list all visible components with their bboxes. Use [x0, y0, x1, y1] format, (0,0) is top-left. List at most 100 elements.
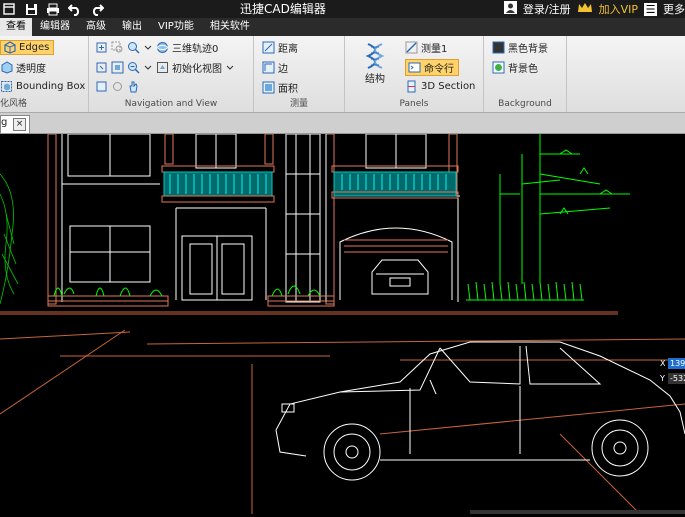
coord-x-value: 1394: [668, 358, 685, 369]
tab-output[interactable]: 输出: [114, 18, 150, 36]
init-view-label[interactable]: 初始化视图: [172, 60, 222, 75]
shrubs: [53, 285, 321, 297]
pan-icon[interactable]: [95, 41, 108, 54]
black-background-button[interactable]: 黑色背景: [492, 40, 548, 55]
user-icon[interactable]: [503, 1, 517, 17]
chevron-down-icon-3[interactable]: [225, 63, 235, 73]
bounding-box-button[interactable]: Bounding Box: [0, 80, 85, 93]
3d-section-icon: [405, 80, 418, 93]
document-tab-label: g: [1, 117, 8, 128]
edge-button[interactable]: 边: [262, 60, 288, 75]
background-caption: Background: [498, 99, 552, 109]
more-link[interactable]: 更多: [663, 1, 685, 17]
area-button[interactable]: 面积: [262, 80, 298, 95]
background-color-button[interactable]: 背景色: [492, 60, 538, 75]
black-background-icon: [492, 41, 505, 54]
zoom-extents-icon[interactable]: [111, 61, 124, 74]
undo-icon[interactable]: [68, 2, 82, 16]
tab-vip[interactable]: VIP功能: [150, 18, 202, 36]
transparency-button[interactable]: 透明度: [0, 60, 46, 75]
edges-label: Edges: [19, 42, 50, 53]
login-register-link[interactable]: 登录/注册: [523, 1, 571, 17]
visual-style-group: Edges 透明度 Bounding Box 化风格: [0, 36, 89, 112]
measure-caption: 测量: [289, 99, 308, 109]
ground-lines: [0, 311, 685, 515]
area-icon: [262, 81, 275, 94]
bounding-box-label: Bounding Box: [16, 81, 86, 92]
close-tab-button[interactable]: ×: [13, 118, 26, 131]
tab-related-software[interactable]: 相关软件: [202, 18, 258, 36]
foreground-car: [275, 341, 685, 481]
distance-label: 距离: [278, 44, 298, 55]
garage-car: [371, 259, 429, 295]
right-tree: [466, 134, 630, 301]
background-group: 黑色背景 背景色 Background: [484, 36, 567, 112]
nav-tools-row-1: 三维轨迹0: [95, 40, 218, 55]
area-label: 面积: [278, 84, 298, 95]
document-tab[interactable]: g ×: [0, 115, 30, 133]
nav-tools-row-3: [95, 80, 140, 93]
edges-button[interactable]: Edges: [0, 40, 55, 55]
zoom-icon[interactable]: [127, 41, 140, 54]
house-outline: [61, 133, 460, 303]
transparency-icon: [0, 61, 13, 74]
tab-view[interactable]: 查看: [0, 18, 32, 36]
measure1-label: 测量1: [421, 44, 448, 55]
hand-icon[interactable]: [127, 80, 140, 93]
edge-icon: [262, 61, 275, 74]
tab-editor[interactable]: 编辑器: [32, 18, 78, 36]
visual-style-caption: 化风格: [0, 99, 28, 109]
quick-access-toolbar: [0, 2, 104, 16]
navigation-view-caption: Navigation and View: [124, 99, 218, 109]
ribbon: Edges 透明度 Bounding Box 化风格 三维轨迹0 初始化视图 N…: [0, 36, 685, 113]
edges-icon: [3, 41, 16, 54]
account-area: 登录/注册 加入VIP ☰ 更多: [503, 0, 685, 18]
chevron-down-icon-2[interactable]: [143, 63, 153, 73]
orbit-icon[interactable]: [111, 80, 124, 93]
drawing-canvas[interactable]: X 1394 Y -532: [0, 133, 685, 515]
zoom-window-icon[interactable]: [111, 41, 124, 54]
structure-icon: [355, 42, 395, 70]
structure-label: 结构: [365, 74, 385, 85]
3d-section-button[interactable]: 3D Section: [405, 80, 475, 93]
coord-y-label: Y: [660, 374, 665, 383]
measure1-icon: [405, 41, 418, 54]
garage-stripes: [344, 239, 448, 253]
tab-advanced[interactable]: 高级: [78, 18, 114, 36]
measure-group: 距离 边 面积 测量: [254, 36, 345, 112]
navigation-view-group: 三维轨迹0 初始化视图 Navigation and View: [89, 36, 254, 112]
coord-x-label: X: [660, 359, 666, 368]
command-line-icon: [408, 61, 421, 74]
orbit-3d-icon: [156, 41, 169, 54]
window-title: 迅捷CAD编辑器: [240, 2, 326, 16]
left-tree: [0, 173, 19, 305]
more-icon[interactable]: ☰: [644, 2, 657, 16]
black-background-label: 黑色背景: [508, 44, 548, 55]
print-icon[interactable]: [46, 2, 60, 16]
join-vip-link[interactable]: 加入VIP: [599, 1, 638, 17]
fit-icon[interactable]: [95, 80, 108, 93]
bounding-box-icon: [0, 80, 13, 93]
chevron-down-icon[interactable]: [143, 43, 153, 53]
orbit-3d-label[interactable]: 三维轨迹0: [172, 40, 218, 55]
background-color-label: 背景色: [508, 64, 538, 75]
crown-icon: [577, 2, 593, 17]
panels-caption: Panels: [399, 99, 429, 109]
transparency-label: 透明度: [16, 64, 46, 75]
cad-drawing: [0, 133, 685, 515]
measure1-button[interactable]: 测量1: [405, 40, 447, 55]
init-view-icon: [156, 61, 169, 74]
zoom-out-icon[interactable]: [127, 61, 140, 74]
background-color-icon: [492, 61, 505, 74]
panels-group: 结构 测量1 命令行 3D Section Panels: [345, 36, 484, 112]
edge-label: 边: [278, 64, 288, 75]
rotate-icon[interactable]: [95, 61, 108, 74]
command-line-button[interactable]: 命令行: [405, 59, 459, 76]
coord-y-value: -532: [668, 373, 685, 384]
distance-button[interactable]: 距离: [262, 40, 298, 55]
save-icon[interactable]: [24, 2, 38, 16]
structure-button[interactable]: 结构: [355, 42, 395, 90]
brick-base: [47, 295, 335, 307]
app-menu-icon[interactable]: [2, 2, 16, 16]
redo-icon[interactable]: [90, 2, 104, 16]
